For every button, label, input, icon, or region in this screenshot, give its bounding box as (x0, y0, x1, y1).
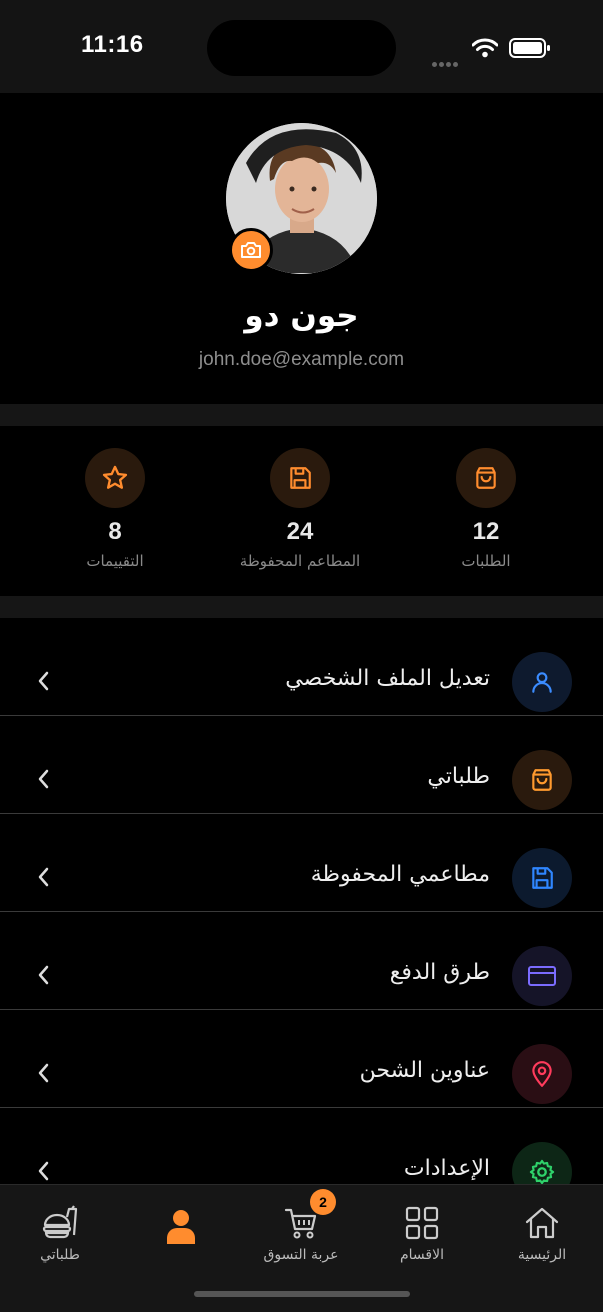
tab-my-orders[interactable]: طلباتي (0, 1203, 120, 1263)
section-divider (0, 404, 603, 426)
stat-label: الطلبات (461, 552, 511, 570)
menu-item-label: عناوين الشحن (359, 1058, 490, 1083)
camera-icon (241, 242, 261, 258)
tab-label: عربة التسوق (263, 1247, 339, 1263)
tab-profile[interactable] (121, 1207, 241, 1251)
chevron-left-icon (38, 1161, 49, 1181)
stat-value: 12 (472, 518, 500, 545)
menu-item-shipping-addresses[interactable]: عناوين الشحن (0, 1010, 603, 1108)
profile-header: جون دو john.doe@example.com (0, 93, 603, 404)
map-pin-icon (512, 1044, 572, 1104)
save-icon (270, 448, 330, 508)
stat-reviews[interactable]: 8 التقييمات (25, 448, 205, 570)
save-icon (512, 848, 572, 908)
home-icon (482, 1203, 602, 1243)
menu-item-label: مطاعمي المحفوظة (310, 862, 490, 887)
cart-badge: 2 (310, 1189, 336, 1215)
tab-label: الرئيسية (517, 1247, 567, 1263)
menu-item-label: طرق الدفع (389, 960, 490, 985)
tab-cart[interactable]: 2 عربة التسوق (241, 1189, 361, 1263)
grid-icon (362, 1203, 482, 1243)
menu-item-edit-profile[interactable]: تعديل الملف الشخصي (0, 618, 603, 716)
stat-value: 24 (286, 518, 314, 545)
user-icon (512, 652, 572, 712)
tab-label: الاقسام (400, 1247, 444, 1263)
menu-item-settings[interactable]: الإعدادات (0, 1108, 603, 1184)
profile-name: جون دو (244, 298, 359, 334)
stats-row: 12 الطلبات 24 المطاعم المحفوظة 8 التقييم… (0, 426, 603, 596)
tab-label: طلباتي (40, 1247, 80, 1263)
home-indicator (194, 1291, 410, 1297)
battery-icon (509, 38, 550, 58)
profile-icon (121, 1207, 241, 1247)
profile-email: john.doe@example.com (198, 349, 405, 370)
stat-orders[interactable]: 12 الطلبات (396, 448, 576, 570)
section-divider (0, 596, 603, 618)
tab-home[interactable]: الرئيسية (482, 1203, 602, 1263)
status-time: 11:16 (81, 31, 144, 58)
star-icon (85, 448, 145, 508)
menu-item-my-orders[interactable]: طلباتي (0, 716, 603, 814)
menu-item-label: الإعدادات (403, 1156, 490, 1181)
signal-icon (432, 52, 460, 71)
chevron-left-icon (38, 1063, 49, 1083)
settings-menu: تعديل الملف الشخصي طلباتي مطاعمي المحفوظ… (0, 618, 603, 1184)
menu-item-label: طلباتي (427, 764, 490, 789)
stat-label: المطاعم المحفوظة (239, 552, 361, 570)
dynamic-island (207, 20, 396, 76)
menu-item-payment-methods[interactable]: طرق الدفع (0, 912, 603, 1010)
menu-item-saved-restaurants[interactable]: مطاعمي المحفوظة (0, 814, 603, 912)
tab-categories[interactable]: الاقسام (362, 1203, 482, 1263)
stat-label: التقييمات (86, 552, 144, 570)
chevron-left-icon (38, 867, 49, 887)
credit-card-icon (512, 946, 572, 1006)
chevron-left-icon (38, 965, 49, 985)
gear-icon (512, 1142, 572, 1184)
change-photo-button[interactable] (229, 228, 273, 272)
chevron-left-icon (38, 769, 49, 789)
shopping-bag-icon (512, 750, 572, 810)
shopping-bag-icon (456, 448, 516, 508)
stat-saved-restaurants[interactable]: 24 المطاعم المحفوظة (210, 448, 390, 570)
menu-item-label: تعديل الملف الشخصي (285, 666, 490, 691)
food-icon (0, 1203, 120, 1243)
status-bar: 11:16 (0, 0, 603, 93)
cart-icon (241, 1203, 361, 1243)
wifi-icon (472, 38, 498, 58)
stat-value: 8 (108, 518, 122, 545)
chevron-left-icon (38, 671, 49, 691)
